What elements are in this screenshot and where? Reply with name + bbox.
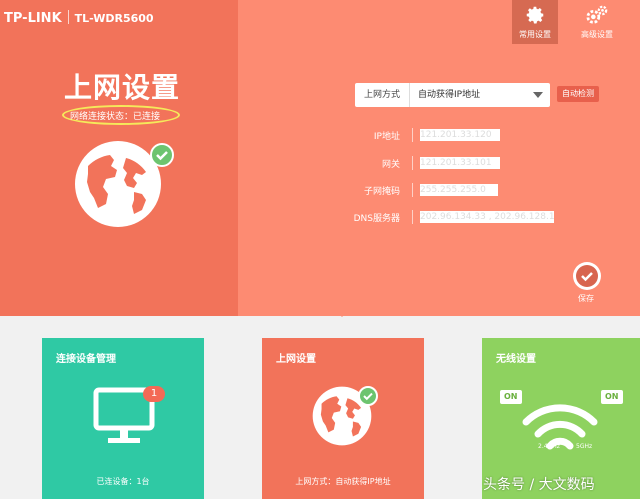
- dns-server-value: 202.96.134.33 , 202.96.128.166: [420, 211, 554, 223]
- connection-status: 网络连接状态：已连接: [70, 112, 161, 122]
- card-internet-settings[interactable]: 上网设置 上网方式：自动获得IP地址: [262, 338, 424, 499]
- card-internet-mode: 上网方式：自动获得IP地址: [295, 477, 391, 486]
- subnet-mask-label: 子网掩码: [363, 187, 400, 197]
- gateway-value: 121.201.33.101: [420, 157, 500, 169]
- globe-icon: [75, 141, 161, 227]
- card-device-management[interactable]: 连接设备管理 已连设备：1台: [42, 338, 204, 499]
- wifi-5g-on-toggle[interactable]: ON: [601, 390, 623, 404]
- page-title: 上网设置: [64, 71, 181, 104]
- save-label: 保存: [578, 294, 594, 303]
- check-icon: [576, 265, 598, 287]
- field-divider: [412, 210, 413, 224]
- connected-devices-count: 已连设备：1台: [96, 477, 150, 486]
- subnet-mask-value: 255.255.255.0: [420, 184, 498, 196]
- gateway-label: 网关: [381, 160, 400, 170]
- gear-icon: [526, 6, 544, 24]
- auto-detect-button[interactable]: 自动检测: [557, 86, 599, 102]
- connection-type-label: 上网方式: [355, 83, 410, 107]
- card-device-management-title: 连接设备管理: [56, 354, 116, 365]
- field-divider: [412, 156, 413, 170]
- brand-logo: TP-LINK TL-WDR5600: [4, 10, 154, 26]
- freq-2g-label: 2.4GHz: [538, 443, 560, 450]
- active-card-pointer: [334, 309, 350, 317]
- connected-check-icon: [150, 143, 174, 167]
- wifi-2g-on-toggle[interactable]: ON: [500, 390, 522, 404]
- nav-common-settings[interactable]: 常用设置: [512, 0, 558, 44]
- field-divider: [412, 183, 413, 197]
- ip-address-value: 121.201.33.120: [420, 129, 500, 141]
- connected-check-icon: [358, 386, 378, 406]
- save-button[interactable]: [573, 262, 601, 290]
- gears-icon: [586, 5, 608, 24]
- brand-name: TP-LINK: [4, 11, 62, 26]
- card-wireless-settings-title: 无线设置: [496, 354, 536, 365]
- connection-type-value: 自动获得IP地址: [418, 90, 481, 100]
- router-model: TL-WDR5600: [74, 12, 154, 25]
- chevron-down-icon: [526, 83, 550, 107]
- watermark: 头条号 / 大文数码: [483, 477, 595, 493]
- nav-advanced-settings-label: 高级设置: [581, 30, 613, 39]
- card-internet-settings-title: 上网设置: [276, 354, 316, 365]
- nav-advanced-settings[interactable]: 高级设置: [574, 0, 620, 44]
- field-divider: [412, 128, 413, 142]
- ip-address-label: IP地址: [373, 132, 400, 142]
- device-count-badge: 1: [143, 386, 165, 402]
- brand-divider: [67, 10, 69, 24]
- freq-5g-label: 5GHz: [576, 443, 593, 450]
- nav-common-settings-label: 常用设置: [519, 30, 551, 39]
- connection-type-select[interactable]: 上网方式 自动获得IP地址: [355, 83, 550, 107]
- dns-server-label: DNS服务器: [353, 214, 400, 224]
